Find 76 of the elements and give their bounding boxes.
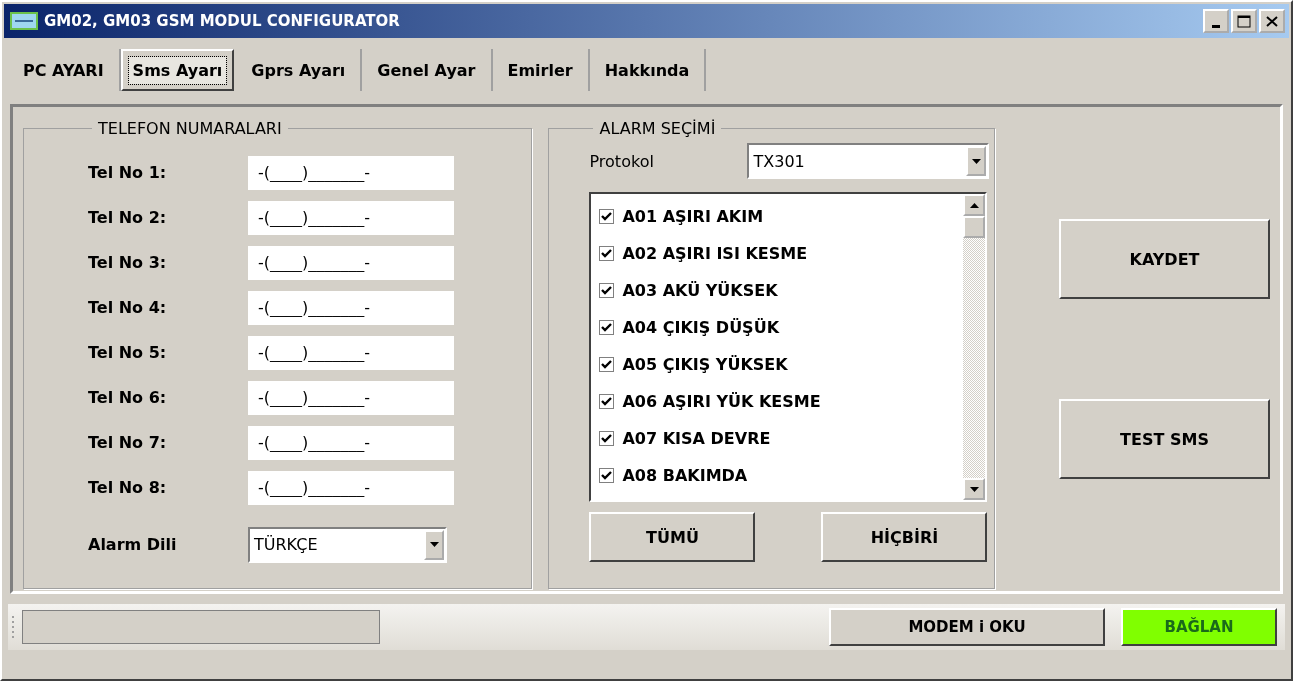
alarm-item[interactable]: A04 ÇIKIŞ DÜŞÜK: [591, 309, 964, 346]
scroll-up-button[interactable]: [963, 194, 986, 216]
check-icon: [601, 249, 613, 258]
dropdown-arrow-icon: [429, 542, 439, 547]
protocol-dropdown[interactable]: TX301: [747, 143, 990, 179]
select-none-button[interactable]: HİÇBİRİ: [821, 512, 988, 562]
dropdown-arrow-icon: [970, 486, 979, 492]
scroll-down-button[interactable]: [963, 478, 986, 500]
tab[interactable]: Hakkında: [589, 49, 707, 91]
check-icon: [601, 212, 613, 221]
maximize-button[interactable]: [1231, 9, 1257, 33]
checkbox[interactable]: [599, 357, 615, 372]
group-title: ALARM SEÇİMİ: [598, 119, 717, 138]
phone-field[interactable]: -(____)_______-: [248, 155, 454, 190]
dropdown-button[interactable]: [424, 529, 444, 560]
app-icon: [10, 12, 38, 30]
minimize-button[interactable]: [1203, 9, 1229, 33]
language-dropdown[interactable]: TÜRKÇE: [248, 526, 447, 563]
dropdown-arrow-icon: [972, 158, 981, 164]
phone-field[interactable]: -(____)_______-: [248, 425, 454, 460]
tab[interactable]: PC AYARI: [8, 49, 121, 91]
up-arrow-icon: [970, 202, 979, 208]
phone-field[interactable]: -(____)_______-: [248, 470, 454, 505]
read-modem-button[interactable]: MODEM i OKU: [829, 608, 1105, 646]
field-label: Tel No 1:: [88, 163, 168, 182]
field-label: Alarm Dili: [88, 535, 178, 554]
group-title: TELEFON NUMARALARI: [97, 119, 283, 138]
checkbox[interactable]: [599, 246, 615, 261]
scroll-thumb[interactable]: [963, 216, 986, 238]
alarm-item[interactable]: A08 BAKIMDA: [591, 457, 964, 494]
phone-field[interactable]: -(____)_______-: [248, 245, 454, 280]
alarm-item[interactable]: A03 AKÜ YÜKSEK: [591, 272, 964, 309]
check-icon: [601, 471, 613, 480]
check-icon: [601, 434, 613, 443]
field-label: Tel No 3:: [88, 253, 168, 272]
tab[interactable]: Sms Ayarı: [120, 49, 235, 91]
checkbox[interactable]: [599, 209, 615, 224]
field-label: Tel No 7:: [88, 433, 168, 452]
field-label: Tel No 6:: [88, 388, 168, 407]
tab[interactable]: Genel Ayar: [362, 49, 493, 91]
field-label: Protokol: [589, 151, 655, 171]
alarm-item[interactable]: A02 AŞIRI ISI KESME: [591, 235, 964, 272]
check-icon: [601, 397, 613, 406]
phone-field[interactable]: -(____)_______-: [248, 200, 454, 235]
checkbox[interactable]: [599, 431, 615, 446]
close-icon: [1266, 15, 1278, 27]
alarm-item[interactable]: A06 AŞIRI YÜK KESME: [591, 383, 964, 420]
checkbox[interactable]: [599, 468, 615, 483]
phone-field[interactable]: -(____)_______-: [248, 380, 454, 415]
test-sms-button[interactable]: TEST SMS: [1059, 399, 1270, 479]
check-icon: [601, 286, 613, 295]
alarm-item[interactable]: A05 ÇIKIŞ YÜKSEK: [591, 346, 964, 383]
window-title: GM02, GM03 GSM MODUL CONFIGURATOR: [44, 12, 401, 30]
field-label: Tel No 4:: [88, 298, 168, 317]
connect-button[interactable]: BAĞLAN: [1121, 608, 1277, 646]
checkbox[interactable]: [599, 283, 615, 298]
save-button[interactable]: KAYDET: [1059, 219, 1270, 299]
scrollbar[interactable]: [963, 194, 986, 500]
alarm-item[interactable]: A07 KISA DEVRE: [591, 420, 964, 457]
maximize-icon: [1237, 14, 1251, 28]
select-all-button[interactable]: TÜMÜ: [589, 512, 756, 562]
field-label: Tel No 5:: [88, 343, 168, 362]
minimize-icon: [1212, 24, 1220, 28]
tab[interactable]: Gprs Ayarı: [236, 49, 363, 91]
phone-field[interactable]: -(____)_______-: [248, 335, 454, 370]
check-icon: [601, 323, 613, 332]
tab[interactable]: Emirler: [492, 49, 590, 91]
dropdown-button[interactable]: [966, 146, 987, 176]
phone-field[interactable]: -(____)_______-: [248, 290, 454, 325]
field-label: Tel No 2:: [88, 208, 168, 227]
close-button[interactable]: [1259, 9, 1285, 33]
checkbox[interactable]: [599, 394, 615, 409]
alarm-item[interactable]: A01 AŞIRI AKIM: [591, 198, 964, 235]
field-label: Tel No 8:: [88, 478, 168, 497]
check-icon: [601, 360, 613, 369]
checkbox[interactable]: [599, 320, 615, 335]
